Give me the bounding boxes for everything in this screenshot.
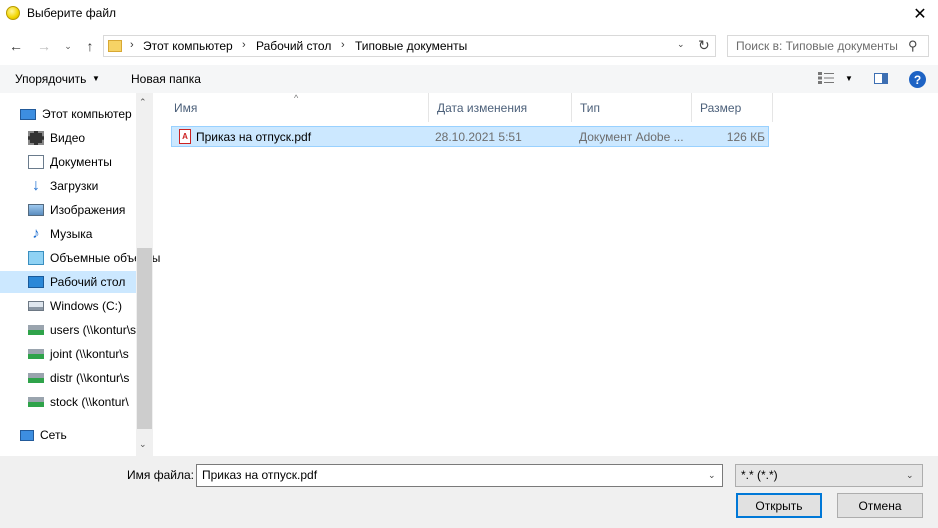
navigation-pane: Этот компьютер Видео Документы ↓ Загрузк… [0,93,160,456]
window-title: Выберите файл [27,6,117,20]
breadcrumb-desktop[interactable]: Рабочий стол [256,39,331,53]
filename-label: Имя файла: [127,468,194,482]
sidebar-item-label: Документы [50,155,112,169]
file-name: Приказ на отпуск.pdf [196,130,312,144]
sidebar-item-label: Рабочий стол [50,275,126,289]
sidebar-item-label: distr (\\kontur\s [50,371,130,385]
network-drive-icon [28,349,44,359]
file-size: 126 КБ [726,130,765,144]
drive-icon [28,301,44,311]
app-icon [6,6,20,20]
organize-button[interactable]: Упорядочить [15,72,86,86]
sidebar-item-desktop[interactable]: Рабочий стол [0,271,136,293]
column-header-type[interactable]: Тип [572,93,692,122]
pictures-icon [28,204,44,216]
network-drive-icon [28,325,44,335]
view-options-icon[interactable] [818,72,834,84]
chevron-down-icon[interactable]: ⌄ [708,470,716,481]
column-header-modified[interactable]: Дата изменения [429,93,572,122]
file-row[interactable]: A Приказ на отпуск.pdf 28.10.2021 5:51 Д… [171,126,769,147]
up-button[interactable]: ↑ [82,38,98,54]
title-bar: Выберите файл ✕ [0,0,938,28]
folder-icon [108,40,122,52]
music-icon: ♪ [32,225,40,242]
network-drive-icon [28,373,44,383]
recent-locations-button[interactable]: ⌄ [62,38,74,54]
filename-combobox[interactable]: Приказ на отпуск.pdf ⌄ [196,464,723,487]
preview-pane-icon[interactable] [874,73,888,84]
file-type-filter-value: *.* (*.*) [741,468,778,482]
file-modified: 28.10.2021 5:51 [435,130,522,144]
sidebar-item-label: Загрузки [50,179,99,193]
search-input[interactable]: Поиск в: Типовые документы ⚲ [727,35,929,57]
search-icon: ⚲ [908,38,918,53]
sidebar-item-label: Музыка [50,227,93,241]
breadcrumb-current[interactable]: Типовые документы [355,39,467,53]
sort-ascending-icon: ^ [294,93,299,103]
address-bar[interactable]: › Этот компьютер › Рабочий стол › Типовы… [103,35,716,57]
sidebar-item-label: users (\\kontur\s [50,323,137,337]
close-button[interactable]: ✕ [905,2,935,26]
back-button[interactable]: ← [8,38,24,54]
chevron-down-icon[interactable]: ▼ [845,74,853,83]
refresh-icon[interactable]: ↻ [698,37,710,54]
chevron-down-icon[interactable]: ⌄ [906,470,914,481]
help-icon[interactable]: ? [909,71,926,88]
dialog-footer: Имя файла: Приказ на отпуск.pdf ⌄ *.* (*… [0,456,938,528]
sidebar-item-this-pc[interactable]: Этот компьютер [0,103,156,125]
cancel-button[interactable]: Отмена [837,493,923,518]
file-type-filter[interactable]: *.* (*.*) ⌄ [735,464,923,487]
search-placeholder: Поиск в: Типовые документы [736,39,898,53]
documents-icon [28,155,44,169]
breadcrumb-separator[interactable]: › [341,39,345,51]
sidebar-scrollbar[interactable]: ⌃ ⌄ [136,93,153,456]
breadcrumb-separator[interactable]: › [242,39,246,51]
breadcrumb-separator[interactable]: › [130,39,134,51]
sidebar-item-label: Изображения [50,203,126,217]
filename-input[interactable]: Приказ на отпуск.pdf [202,468,317,482]
pdf-icon: A [179,129,191,144]
open-button[interactable]: Открыть [736,493,822,518]
new-folder-button[interactable]: Новая папка [131,72,201,86]
column-header-size[interactable]: Размер [692,93,773,122]
sidebar-item-network[interactable]: Сеть [0,424,156,446]
file-list: Имя ^ Дата изменения Тип Размер A Приказ… [166,93,938,456]
3d-objects-icon [28,251,44,265]
sidebar-item-label: stock (\\kontur\ [50,395,129,409]
sidebar-item-label: Windows (C:) [50,299,123,313]
scrollbar-thumb[interactable] [137,248,152,429]
scroll-up-icon[interactable]: ⌃ [139,97,147,108]
chevron-down-icon[interactable]: ▼ [92,74,100,83]
sidebar-item-label: joint (\\kontur\s [50,347,129,361]
forward-button[interactable]: → [36,38,52,54]
network-drive-icon [28,397,44,407]
file-type: Документ Adobe ... [579,130,684,144]
sidebar-item-label: Сеть [40,428,67,442]
sidebar-item-label: Видео [50,131,86,145]
sidebar-item-label: Этот компьютер [42,107,132,121]
downloads-icon: ↓ [32,177,40,194]
scroll-down-icon[interactable]: ⌄ [139,439,147,450]
computer-icon [20,108,36,120]
chevron-down-icon[interactable]: ⌄ [677,39,685,50]
breadcrumb-computer[interactable]: Этот компьютер [143,39,233,53]
video-icon [28,131,44,145]
network-icon [20,429,34,441]
desktop-icon [28,276,44,288]
command-bar: Упорядочить ▼ Новая папка ▼ ? [0,65,938,93]
